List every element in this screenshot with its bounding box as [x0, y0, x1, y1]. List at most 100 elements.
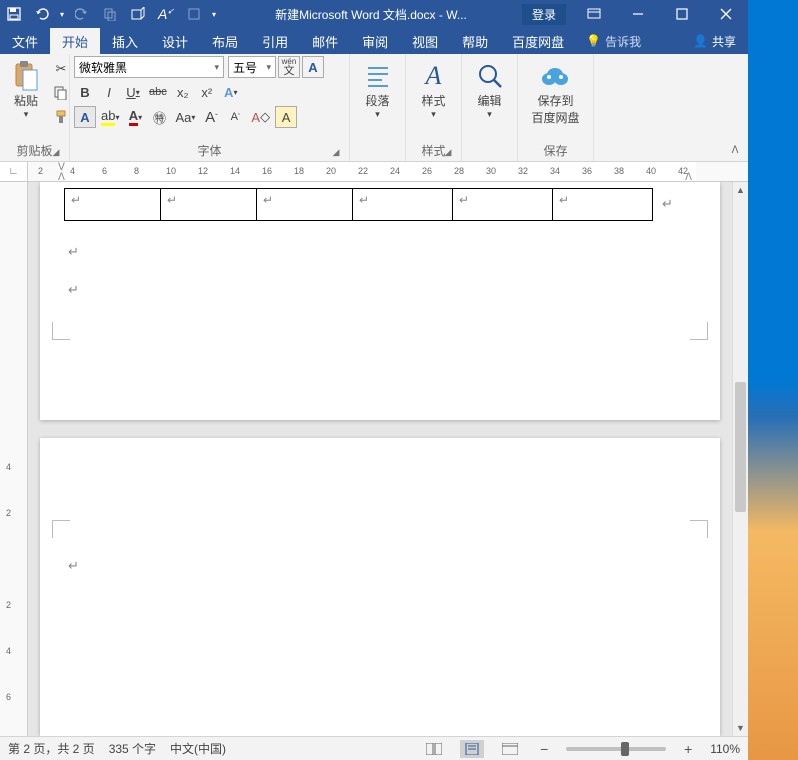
group-label-para — [354, 143, 401, 161]
page-indicator[interactable]: 第 2 页，共 2 页 — [8, 740, 95, 757]
page-1: ↵↵↵↵↵↵ ↵ ↵ ↵ — [40, 182, 720, 420]
shrink-font-button[interactable]: Aˇ — [224, 106, 246, 128]
tell-me-input[interactable]: 💡告诉我 — [576, 28, 651, 54]
language-indicator[interactable]: 中文(中国) — [170, 740, 226, 757]
login-button[interactable]: 登录 — [522, 4, 566, 25]
styles-button[interactable]: A 样式▾ — [412, 56, 456, 124]
highlight-button[interactable]: ab▾ — [98, 106, 122, 128]
superscript-button[interactable]: x² — [196, 81, 218, 103]
cut-icon[interactable]: ✂ — [50, 58, 72, 80]
vertical-scrollbar[interactable]: ▲ ▼ — [732, 182, 748, 736]
tab-help[interactable]: 帮助 — [450, 28, 500, 54]
cloud-icon — [539, 60, 571, 92]
tab-layout[interactable]: 布局 — [200, 28, 250, 54]
ruler-tick: 30 — [486, 166, 496, 176]
group-editing: 编辑▾ — [462, 54, 518, 161]
qat-customize[interactable]: ▾ — [208, 0, 220, 28]
bold-button[interactable]: B — [74, 81, 96, 103]
scroll-down-icon[interactable]: ▼ — [733, 720, 748, 736]
tab-view[interactable]: 视图 — [400, 28, 450, 54]
qa-icon-3[interactable] — [180, 0, 208, 28]
qa-icon-1[interactable] — [96, 0, 124, 28]
print-layout-icon[interactable] — [460, 740, 484, 758]
change-case-button[interactable]: Aa▾ — [172, 106, 198, 128]
table-cell[interactable]: ↵ — [257, 189, 353, 221]
undo-icon[interactable] — [28, 0, 56, 28]
paste-icon — [10, 60, 42, 92]
paragraph-button[interactable]: 段落▾ — [356, 56, 400, 124]
tab-baidu[interactable]: 百度网盘 — [500, 28, 576, 54]
subscript-button[interactable]: x₂ — [172, 81, 194, 103]
close-icon[interactable] — [704, 0, 748, 28]
font-size-combo[interactable]: 五号▾ — [228, 56, 276, 78]
table-cell[interactable]: ↵ — [453, 189, 553, 221]
format-painter-icon[interactable] — [50, 106, 72, 128]
char-shading-button[interactable]: A — [74, 106, 96, 128]
margin-corner — [690, 322, 708, 340]
tab-selector[interactable]: ∟ — [0, 162, 28, 181]
scroll-thumb[interactable] — [735, 382, 746, 512]
vertical-ruler[interactable]: 42246 — [0, 182, 28, 736]
para-mark: ↵ — [68, 558, 79, 574]
tab-home[interactable]: 开始 — [50, 28, 100, 54]
maximize-icon[interactable] — [660, 0, 704, 28]
scroll-up-icon[interactable]: ▲ — [733, 182, 748, 198]
font-launcher-icon[interactable]: ◢ — [329, 145, 343, 159]
word-count[interactable]: 335 个字 — [109, 740, 156, 757]
zoom-out-button[interactable]: − — [536, 741, 552, 757]
styles-launcher-icon[interactable]: ◢ — [441, 145, 455, 159]
document-title: 新建Microsoft Word 文档.docx - W... — [220, 6, 522, 23]
font-color-button[interactable]: A▾ — [124, 106, 146, 128]
underline-button[interactable]: U▾ — [122, 81, 144, 103]
qa-icon-2[interactable] — [124, 0, 152, 28]
group-label-save: 保存 — [522, 140, 589, 161]
ruler-tick: 6 — [102, 166, 107, 176]
share-button[interactable]: 👤共享 — [681, 28, 748, 54]
tab-insert[interactable]: 插入 — [100, 28, 150, 54]
horizontal-ruler[interactable]: ∟ ᐯ ᐱ ᐱ 24681012141618202224262830323436… — [0, 162, 748, 182]
grow-font-button[interactable]: Aˇ — [200, 106, 222, 128]
undo-dropdown[interactable]: ▾ — [56, 0, 68, 28]
font-name-combo[interactable]: 微软雅黑▾ — [74, 56, 224, 78]
zoom-level[interactable]: 110% — [710, 742, 740, 756]
vruler-tick: 4 — [6, 646, 11, 656]
zoom-slider[interactable] — [566, 747, 666, 751]
group-label-font: 字体◢ — [74, 140, 345, 161]
char-scaling-button[interactable]: A — [275, 106, 297, 128]
copy-icon[interactable] — [50, 82, 72, 104]
zoom-in-button[interactable]: + — [680, 741, 696, 757]
save-baidu-button[interactable]: 保存到 百度网盘 — [525, 56, 585, 130]
page-surface[interactable]: ↵↵↵↵↵↵ ↵ ↵ ↵ ↵ — [28, 182, 732, 736]
tab-design[interactable]: 设计 — [150, 28, 200, 54]
table-cell[interactable]: ↵ — [161, 189, 257, 221]
paste-button[interactable]: 粘贴▾ — [4, 56, 48, 124]
web-layout-icon[interactable] — [498, 740, 522, 758]
collapse-ribbon-icon[interactable]: ᐱ — [726, 141, 744, 159]
styles-icon: A — [418, 60, 450, 92]
strike-button[interactable]: abc — [146, 81, 170, 103]
ribbon-display-icon[interactable] — [572, 0, 616, 28]
phonetic-guide-button[interactable]: wén文 — [278, 56, 300, 78]
clear-format-button[interactable]: A◇ — [248, 106, 273, 128]
read-mode-icon[interactable] — [422, 740, 446, 758]
tab-file[interactable]: 文件 — [0, 28, 50, 54]
group-label-editing — [466, 143, 513, 161]
table-cell[interactable]: ↵ — [553, 189, 653, 221]
document-table[interactable]: ↵↵↵↵↵↵ — [64, 188, 653, 221]
text-effects-button[interactable]: A▾ — [220, 81, 242, 103]
redo-icon[interactable] — [68, 0, 96, 28]
qa-styles-icon[interactable]: A↙ — [152, 0, 180, 28]
tab-review[interactable]: 审阅 — [350, 28, 400, 54]
table-cell[interactable]: ↵ — [353, 189, 453, 221]
italic-button[interactable]: I — [98, 81, 120, 103]
ruler-tick: 2 — [38, 166, 43, 176]
save-icon[interactable] — [0, 0, 28, 28]
enclose-char-button[interactable]: ㊕ — [148, 106, 170, 128]
table-cell[interactable]: ↵ — [65, 189, 161, 221]
editing-button[interactable]: 编辑▾ — [468, 56, 512, 124]
minimize-icon[interactable] — [616, 0, 660, 28]
char-border-button[interactable]: A — [302, 56, 324, 78]
clipboard-launcher-icon[interactable]: ◢ — [49, 145, 63, 159]
tab-references[interactable]: 引用 — [250, 28, 300, 54]
tab-mail[interactable]: 邮件 — [300, 28, 350, 54]
